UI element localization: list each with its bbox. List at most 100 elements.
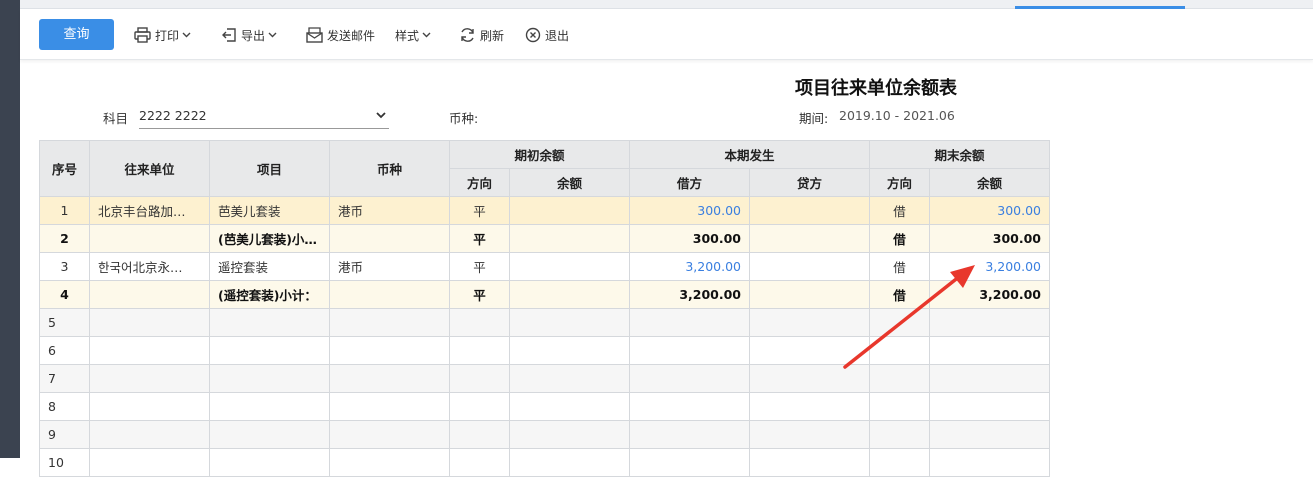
table-row[interactable]: 6 — [39, 336, 1050, 365]
cell-index: 3 — [39, 252, 90, 281]
header-opening-direction: 方向 — [449, 168, 510, 197]
table-row[interactable]: 5 — [39, 308, 1050, 337]
cell-index: 5 — [39, 308, 90, 337]
cell-opening-amount — [509, 252, 630, 281]
cell-partner — [89, 280, 210, 309]
export-icon — [222, 28, 236, 42]
subject-label: 科目 — [103, 111, 129, 126]
chevron-down-icon — [422, 32, 431, 38]
cell-opening-direction: 平 — [449, 196, 510, 225]
cell-opening-direction: 平 — [449, 280, 510, 309]
style-button[interactable]: 样式 — [395, 25, 435, 45]
cell-index: 1 — [39, 196, 90, 225]
header-closing-amount: 余额 — [929, 168, 1050, 197]
cell-credit — [749, 196, 870, 225]
cell-index: 8 — [39, 392, 90, 421]
cell-closing-direction: 借 — [869, 252, 930, 281]
send-email-button[interactable]: 发送邮件 — [306, 25, 375, 45]
cell-index: 9 — [39, 420, 90, 449]
header-opening-amount: 余额 — [509, 168, 630, 197]
header-closing-direction: 方向 — [869, 168, 930, 197]
table-row[interactable]: 3 한국어北京永… 遥控套装 港币 平 3,200.00 借 3,200.00 — [39, 252, 1050, 281]
cell-index: 2 — [39, 224, 90, 253]
header-debit: 借方 — [629, 168, 750, 197]
table-row[interactable]: 7 — [39, 364, 1050, 393]
export-button[interactable]: 导出 — [221, 25, 281, 45]
chevron-down-icon — [376, 112, 386, 119]
cell-currency — [329, 280, 450, 309]
cell-closing-direction: 借 — [869, 224, 930, 253]
mail-icon — [306, 27, 323, 43]
cell-project: 遥控套装 — [209, 252, 330, 281]
balance-table: 序号 往来单位 项目 币种 期初余额 本期发生 期末余额 方向 余额 借方 贷方… — [39, 140, 1050, 477]
header-partner: 往来单位 — [89, 140, 210, 197]
printer-icon — [134, 27, 151, 43]
header-index: 序号 — [39, 140, 90, 197]
cell-opening-amount — [509, 280, 630, 309]
table-row-subtotal[interactable]: 2 (芭美儿套装)小… 平 300.00 借 300.00 — [39, 224, 1050, 253]
cell-closing-direction: 借 — [869, 196, 930, 225]
style-label: 样式 — [395, 28, 420, 43]
cell-opening-direction: 平 — [449, 252, 510, 281]
export-label: 导出 — [241, 28, 266, 43]
cell-closing-direction: 借 — [869, 280, 930, 309]
print-label: 打印 — [155, 28, 180, 43]
cell-index: 6 — [39, 336, 90, 365]
cell-credit — [749, 252, 870, 281]
refresh-button[interactable]: 刷新 — [459, 25, 504, 45]
exit-button[interactable]: 退出 — [525, 25, 569, 45]
cell-debit[interactable]: 300.00 — [629, 196, 750, 225]
table-row[interactable]: 1 北京丰台路加… 芭美儿套装 港币 平 300.00 借 300.00 — [39, 196, 1050, 225]
cell-currency: 港币 — [329, 252, 450, 281]
query-button[interactable]: 查询 — [39, 19, 114, 50]
subject-select[interactable]: 2222 2222 — [139, 106, 389, 129]
table-row[interactable]: 9 — [39, 420, 1050, 449]
cell-closing-amount: 3,200.00 — [929, 280, 1050, 309]
header-current-period: 本期发生 — [629, 140, 870, 169]
cell-credit — [749, 224, 870, 253]
report-title: 项目往来单位余额表 — [795, 78, 957, 99]
print-button[interactable]: 打印 — [134, 25, 195, 45]
period-label: 期间: — [799, 111, 829, 126]
send-email-label: 发送邮件 — [327, 28, 376, 43]
header-opening-balance: 期初余额 — [449, 140, 630, 169]
refresh-label: 刷新 — [480, 28, 505, 43]
subject-value: 2222 2222 — [139, 108, 207, 123]
header-currency: 币种 — [329, 140, 450, 197]
cell-currency: 港币 — [329, 196, 450, 225]
chevron-down-icon — [268, 32, 277, 38]
cell-closing-amount: 300.00 — [929, 224, 1050, 253]
cell-index: 4 — [39, 280, 90, 309]
table-row-subtotal[interactable]: 4 (遥控套装)小计： 平 3,200.00 借 3,200.00 — [39, 280, 1050, 309]
chevron-down-icon — [182, 32, 191, 38]
refresh-icon — [461, 28, 474, 42]
toolbar: 查询 打印 导出 发送邮件 样式 刷新 退出 — [20, 9, 1313, 60]
cell-project: (芭美儿套装)小… — [209, 224, 330, 253]
period-value: 2019.10 - 2021.06 — [839, 108, 955, 123]
cell-credit — [749, 280, 870, 309]
cell-project: (遥控套装)小计： — [209, 280, 330, 309]
cell-project: 芭美儿套装 — [209, 196, 330, 225]
cell-closing-amount[interactable]: 3,200.00 — [929, 252, 1050, 281]
table-row[interactable]: 8 — [39, 392, 1050, 421]
cell-index: 10 — [39, 448, 90, 477]
exit-label: 退出 — [545, 28, 570, 43]
cell-partner — [89, 224, 210, 253]
cell-debit: 300.00 — [629, 224, 750, 253]
cell-currency — [329, 224, 450, 253]
header-project: 项目 — [209, 140, 330, 197]
cell-opening-amount — [509, 224, 630, 253]
cell-opening-amount — [509, 196, 630, 225]
table-row[interactable]: 10 — [39, 448, 1050, 477]
header-closing-balance: 期末余额 — [869, 140, 1050, 169]
close-circle-icon — [525, 27, 541, 43]
cell-debit: 3,200.00 — [629, 280, 750, 309]
header-credit: 贷方 — [749, 168, 870, 197]
cell-partner: 北京丰台路加… — [89, 196, 210, 225]
left-sidebar — [0, 0, 20, 458]
cell-index: 7 — [39, 364, 90, 393]
cell-closing-amount[interactable]: 300.00 — [929, 196, 1050, 225]
cell-partner: 한국어北京永… — [89, 252, 210, 281]
cell-debit[interactable]: 3,200.00 — [629, 252, 750, 281]
cell-opening-direction: 平 — [449, 224, 510, 253]
